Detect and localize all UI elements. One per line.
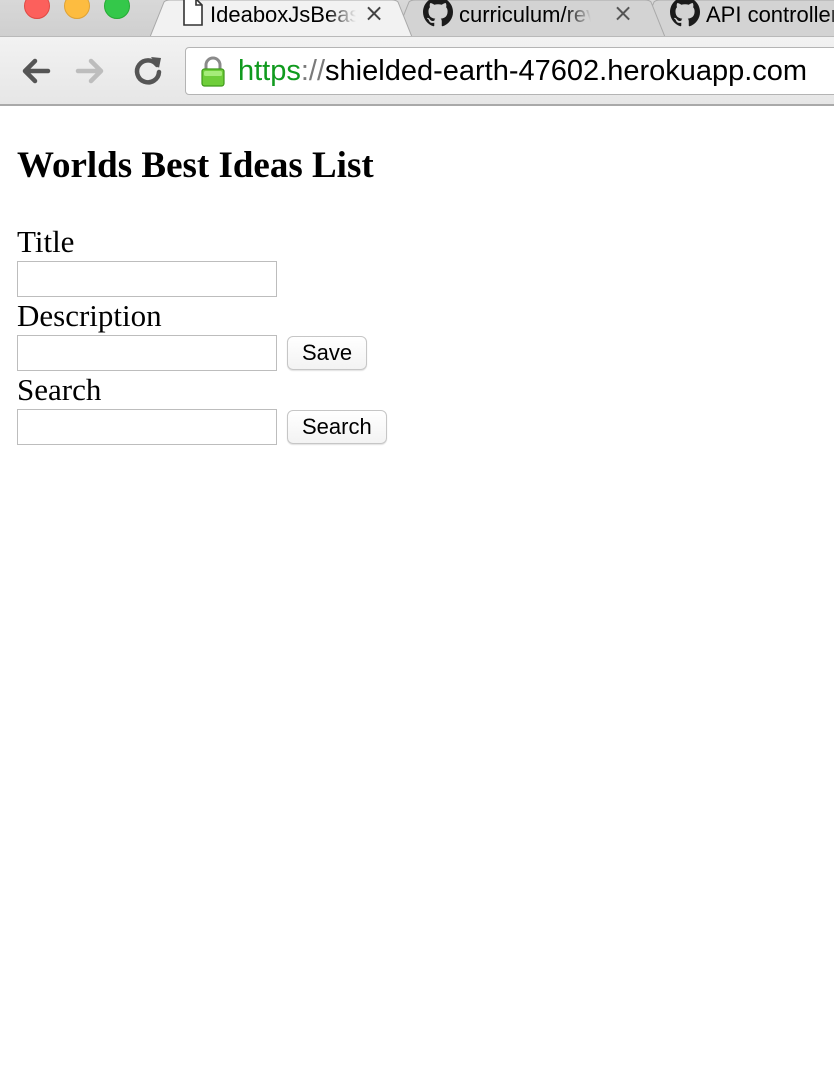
description-input[interactable] [17, 335, 277, 371]
save-button[interactable]: Save [287, 336, 368, 370]
github-icon [423, 0, 453, 33]
search-input[interactable] [17, 409, 277, 445]
title-input[interactable] [17, 261, 277, 297]
back-button[interactable] [18, 53, 54, 89]
arrow-left-icon [22, 58, 51, 84]
page-title: Worlds Best Ideas List [17, 145, 374, 186]
tab-close-icon[interactable]: × [364, 0, 384, 27]
search-label: Search [17, 372, 102, 407]
minimize-window-button[interactable] [64, 0, 90, 19]
url-host: shielded-earth-47602.herokuapp.com [325, 54, 808, 87]
tab-curriculum[interactable]: curriculum/review × [395, 0, 665, 36]
browser-toolbar: https :// shielded-earth-47602.herokuapp… [0, 36, 834, 105]
browser-chrome: API controllers curriculum/review × [0, 0, 834, 106]
search-button[interactable]: Search [287, 410, 387, 444]
tab-title: IdeaboxJsBeast [210, 2, 356, 27]
tab-title: API controllers [706, 2, 834, 27]
arrow-right-icon [75, 58, 104, 84]
tab-strip: API controllers curriculum/review × [0, 0, 834, 36]
toolbar-divider [0, 104, 834, 106]
github-icon [670, 0, 700, 33]
reload-icon [134, 57, 162, 85]
url-scheme: https [238, 54, 301, 87]
page-icon [182, 0, 204, 32]
reload-button[interactable] [130, 53, 166, 89]
title-label: Title [17, 224, 75, 259]
maximize-window-button[interactable] [104, 0, 130, 19]
forward-button[interactable] [72, 53, 108, 89]
tab-close-icon[interactable]: × [613, 0, 633, 27]
tab-api-controllers[interactable]: API controllers [640, 0, 834, 36]
tab-title: curriculum/review [459, 2, 591, 27]
address-url: https :// shielded-earth-47602.herokuapp… [238, 48, 807, 94]
description-label: Description [17, 298, 162, 333]
lock-icon [200, 56, 226, 93]
address-bar[interactable]: https :// shielded-earth-47602.herokuapp… [185, 47, 834, 95]
close-window-button[interactable] [24, 0, 50, 19]
url-separator: :// [300, 54, 326, 87]
tab-ideabox-active[interactable]: IdeaboxJsBeast × [150, 0, 412, 36]
